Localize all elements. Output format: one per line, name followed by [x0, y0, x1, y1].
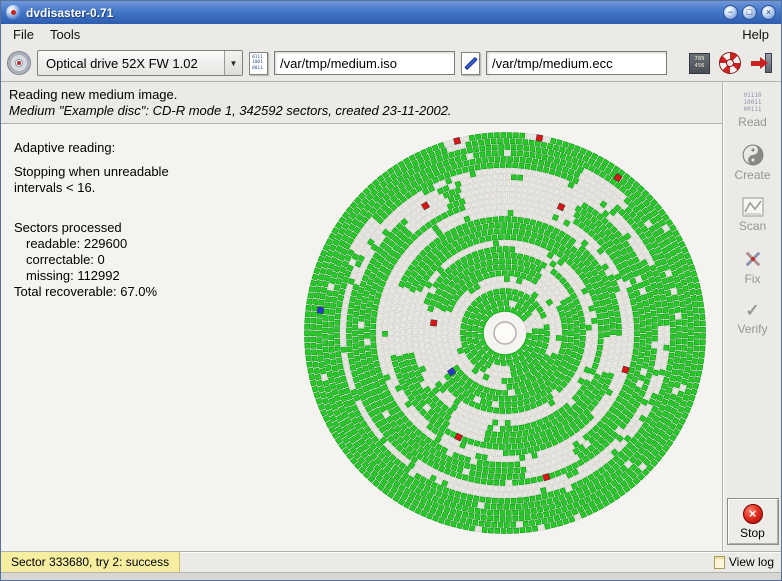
preferences-icon[interactable]: 789 456: [689, 52, 710, 74]
view-log-label: View log: [728, 555, 774, 569]
toolbar: Optical drive 52X FW 1.02 ▼ 0111 1001 00…: [1, 45, 781, 82]
verify-button[interactable]: ✓ Verify: [727, 295, 779, 342]
ecc-file-icon[interactable]: [461, 51, 480, 75]
read-button[interactable]: 01110 10011 00111 Read: [727, 87, 779, 134]
chevron-down-icon[interactable]: ▼: [224, 51, 242, 75]
fix-label: Fix: [744, 271, 761, 286]
stop-label: Stop: [740, 525, 765, 540]
log-file-icon: [713, 555, 725, 569]
help-lifering-icon[interactable]: [719, 52, 741, 74]
tools-icon: [745, 251, 760, 266]
yinyang-icon: [742, 144, 763, 165]
fix-button[interactable]: Fix: [727, 243, 779, 290]
drive-select-value: Optical drive 52X FW 1.02: [46, 55, 198, 71]
read-label: Read: [738, 115, 767, 129]
check-icon: ✓: [745, 300, 760, 320]
info-stop-line2: intervals < 16.: [14, 180, 96, 195]
verify-label: Verify: [737, 321, 768, 336]
status-line-1: Reading new medium image.: [9, 87, 178, 102]
image-file-icon[interactable]: 0111 1001 0011: [249, 51, 268, 75]
image-file-input[interactable]: [274, 51, 455, 75]
window-frame-bottom: [1, 572, 781, 580]
scan-chart-icon: [742, 197, 763, 216]
window-title: dvdisaster-0.71: [26, 5, 114, 20]
total-recoverable: Total recoverable: 67.0%: [14, 284, 158, 299]
medium-sector-map: [304, 132, 706, 534]
stop-x-icon: ×: [742, 503, 763, 524]
statusbar: Sector 333680, try 2: success View log: [1, 551, 781, 572]
stop-button[interactable]: × Stop: [726, 498, 779, 545]
menubar: File Tools Help: [1, 24, 781, 45]
scan-button[interactable]: Scan: [727, 191, 779, 238]
scan-label: Scan: [738, 218, 767, 233]
status-line-2: Medium "Example disc": CD-R mode 1, 3425…: [9, 103, 452, 118]
info-stop-line1: Stopping when unreadable: [14, 164, 169, 179]
correctable-row: correctable: 0: [26, 252, 105, 267]
create-label: Create: [734, 167, 771, 182]
menu-file[interactable]: File: [5, 25, 42, 44]
binary-glyph: 0111 1001 0011: [252, 54, 263, 71]
pen-icon: [464, 56, 478, 70]
info-heading: Adaptive reading:: [14, 140, 116, 155]
create-button[interactable]: Create: [727, 139, 779, 186]
missing-row: missing: 112992: [26, 268, 120, 283]
sectors-heading: Sectors processed: [14, 220, 122, 235]
app-icon: [6, 5, 21, 20]
ecc-file-input[interactable]: [486, 51, 667, 75]
close-button[interactable]: ×: [761, 5, 776, 20]
read-binary-icon: 01110 10011 00111: [743, 92, 762, 113]
app-window: dvdisaster-0.71 − □ × File Tools Help Op…: [0, 0, 782, 581]
minimize-button[interactable]: −: [723, 5, 738, 20]
reading-panel: Adaptive reading: Stopping when unreadab…: [1, 124, 722, 551]
sector-status-message: Sector 333680, try 2: success: [1, 552, 181, 572]
status-area: Reading new medium image. Medium "Exampl…: [1, 82, 722, 124]
drive-select[interactable]: Optical drive 52X FW 1.02 ▼: [37, 50, 243, 76]
readable-row: readable: 229600: [26, 236, 128, 251]
drive-icon: [7, 51, 31, 75]
titlebar: dvdisaster-0.71 − □ ×: [1, 1, 781, 24]
quit-icon[interactable]: [750, 52, 773, 74]
action-sidebar: 01110 10011 00111 Read Create Scan Fix ✓…: [723, 82, 781, 551]
view-log-button[interactable]: View log: [707, 552, 781, 572]
menu-help[interactable]: Help: [734, 25, 777, 44]
maximize-button[interactable]: □: [742, 5, 757, 20]
menu-tools[interactable]: Tools: [42, 25, 88, 44]
adaptive-reading-info: Adaptive reading: Stopping when unreadab…: [14, 140, 169, 300]
